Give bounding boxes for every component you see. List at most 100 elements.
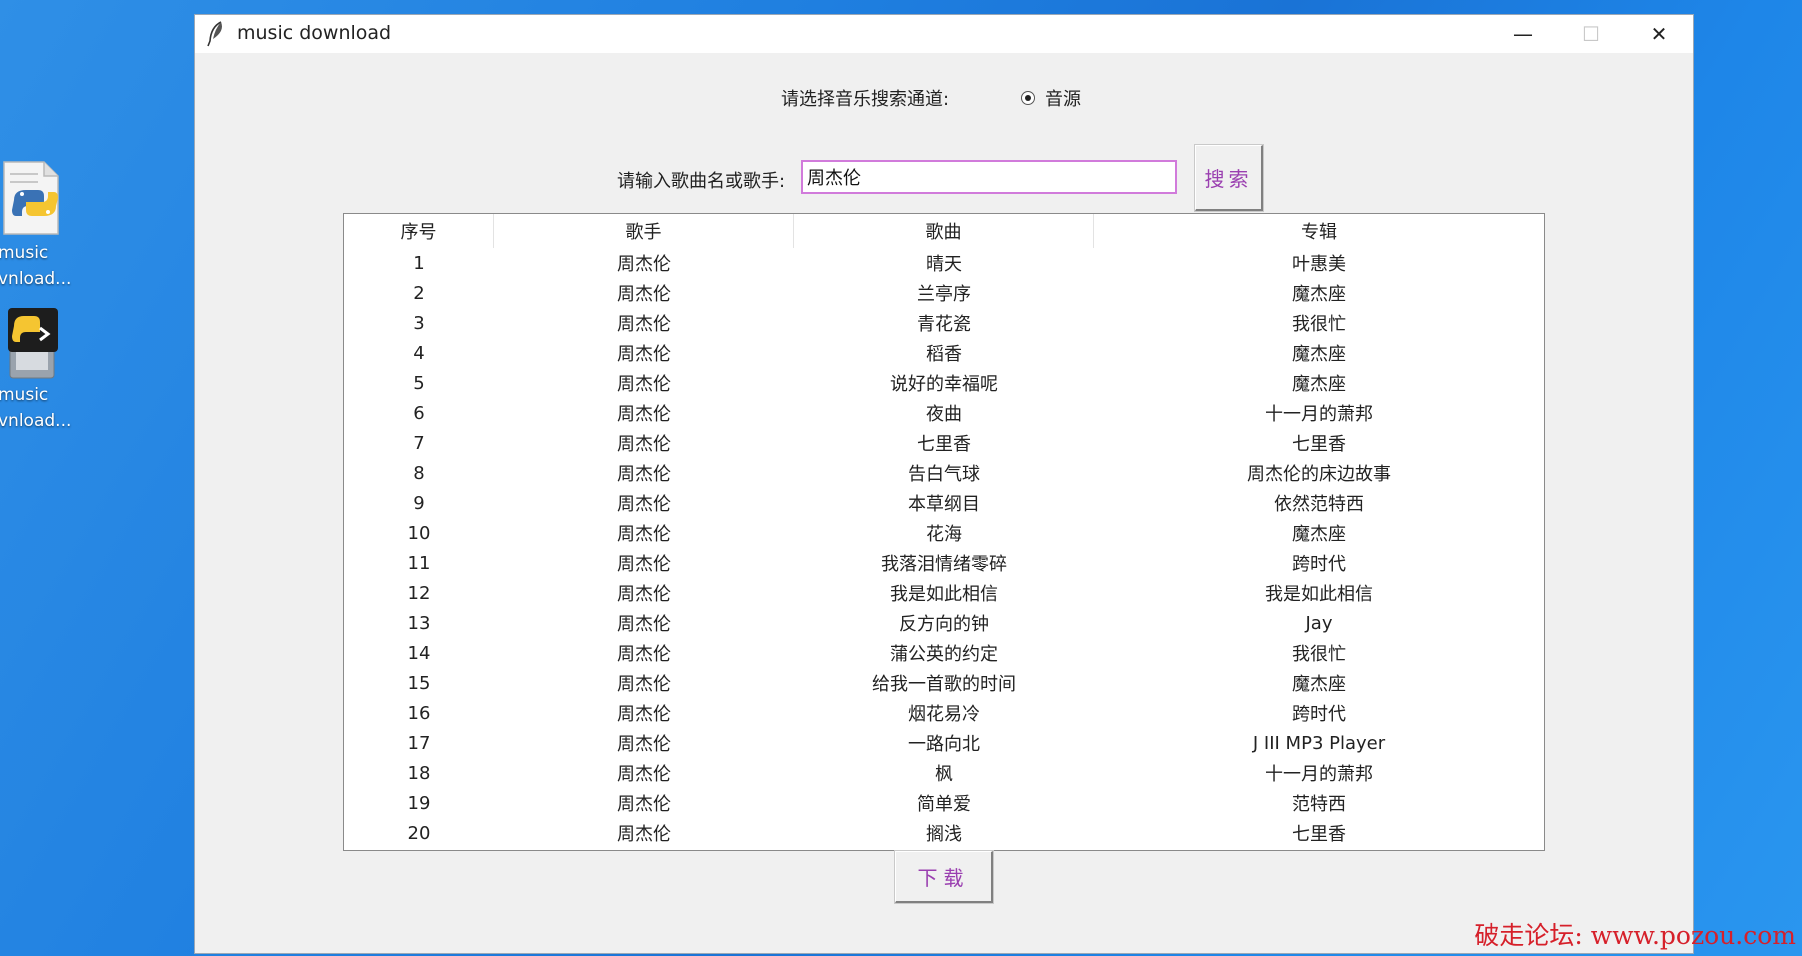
cell-singer: 周杰伦 <box>617 824 671 845</box>
cell-singer: 周杰伦 <box>617 584 671 605</box>
table-row[interactable]: 20 周杰伦 搁浅 七里香 <box>344 818 1544 848</box>
cell-song: 蒲公英的约定 <box>890 644 998 665</box>
table-row[interactable]: 10 周杰伦 花海 魔杰座 <box>344 518 1544 548</box>
cell-song: 七里香 <box>917 434 971 455</box>
desktop: music vnload... music vnload... music do… <box>0 0 1802 956</box>
cell-singer: 周杰伦 <box>617 284 671 305</box>
cell-index: 13 <box>407 612 431 634</box>
table-body: 1 周杰伦 晴天 叶惠美 2 周杰伦 兰亭序 魔杰座 3 周杰伦 青花瓷 我很忙 4 周杰伦 稻香 魔杰座 5 周… <box>344 248 1544 848</box>
table-row[interactable]: 17 周杰伦 一路向北 J III MP3 Player <box>344 728 1544 758</box>
close-button[interactable]: ✕ <box>1625 15 1693 53</box>
cell-index: 4 <box>413 342 425 364</box>
search-input[interactable] <box>801 160 1177 194</box>
column-header-singer[interactable]: 歌手 <box>494 214 794 248</box>
cell-album: 七里香 <box>1292 824 1346 845</box>
cell-song: 反方向的钟 <box>899 614 989 635</box>
cell-index: 20 <box>407 822 431 844</box>
table-row[interactable]: 7 周杰伦 七里香 七里香 <box>344 428 1544 458</box>
cell-album: 我很忙 <box>1292 314 1346 335</box>
cell-album: 魔杰座 <box>1292 674 1346 695</box>
cell-album: 七里香 <box>1292 434 1346 455</box>
title-bar[interactable]: music download — ☐ ✕ <box>195 15 1693 53</box>
cell-index: 7 <box>413 432 425 454</box>
table-row[interactable]: 13 周杰伦 反方向的钟 Jay <box>344 608 1544 638</box>
column-header-album[interactable]: 专辑 <box>1094 214 1544 248</box>
cell-song: 我落泪情绪零碎 <box>881 554 1007 575</box>
download-button[interactable]: 下载 <box>895 851 993 903</box>
cell-index: 18 <box>407 762 431 784</box>
cell-index: 12 <box>407 582 431 604</box>
table-row[interactable]: 5 周杰伦 说好的幸福呢 魔杰座 <box>344 368 1544 398</box>
cell-index: 10 <box>407 522 431 544</box>
table-row[interactable]: 8 周杰伦 告白气球 周杰伦的床边故事 <box>344 458 1544 488</box>
cell-singer: 周杰伦 <box>617 764 671 785</box>
table-row[interactable]: 15 周杰伦 给我一首歌的时间 魔杰座 <box>344 668 1544 698</box>
results-table[interactable]: 序号 歌手 歌曲 专辑 1 周杰伦 晴天 叶惠美 2 周杰伦 兰亭序 魔杰座 3 周杰伦 青花瓷 我很… <box>343 213 1545 851</box>
desktop-icon-music-download-exe[interactable]: music vnload... <box>0 302 80 434</box>
channel-option-label: 音源 <box>1045 89 1081 110</box>
radio-selected-icon[interactable] <box>1021 91 1035 105</box>
cell-song: 稻香 <box>926 344 962 365</box>
table-row[interactable]: 3 周杰伦 青花瓷 我很忙 <box>344 308 1544 338</box>
table-row[interactable]: 19 周杰伦 简单爱 范特西 <box>344 788 1544 818</box>
cell-song: 告白气球 <box>908 464 980 485</box>
column-header-index[interactable]: 序号 <box>344 214 494 248</box>
table-row[interactable]: 12 周杰伦 我是如此相信 我是如此相信 <box>344 578 1544 608</box>
cell-singer: 周杰伦 <box>617 614 671 635</box>
cell-song: 简单爱 <box>917 794 971 815</box>
cell-index: 17 <box>407 732 431 754</box>
channel-radio-option[interactable]: 音源 <box>1021 85 1081 111</box>
cell-singer: 周杰伦 <box>617 644 671 665</box>
cell-song: 搁浅 <box>926 824 962 845</box>
cell-album: 依然范特西 <box>1274 494 1364 515</box>
cell-album: J III MP3 Player <box>1252 732 1386 754</box>
table-row[interactable]: 2 周杰伦 兰亭序 魔杰座 <box>344 278 1544 308</box>
cell-singer: 周杰伦 <box>617 344 671 365</box>
cell-song: 我是如此相信 <box>890 584 998 605</box>
cell-song: 一路向北 <box>908 734 980 755</box>
cell-song: 兰亭序 <box>917 284 971 305</box>
cell-index: 6 <box>413 402 425 424</box>
cell-index: 16 <box>407 702 431 724</box>
cell-singer: 周杰伦 <box>617 794 671 815</box>
cell-song: 花海 <box>926 524 962 545</box>
cell-album: 魔杰座 <box>1292 344 1346 365</box>
search-button[interactable]: 搜索 <box>1195 145 1263 211</box>
cell-index: 15 <box>407 672 431 694</box>
cell-singer: 周杰伦 <box>617 554 671 575</box>
cell-album: 我是如此相信 <box>1265 584 1373 605</box>
table-row[interactable]: 6 周杰伦 夜曲 十一月的萧邦 <box>344 398 1544 428</box>
cell-singer: 周杰伦 <box>617 434 671 455</box>
cell-album: 叶惠美 <box>1292 254 1346 275</box>
cell-album: 魔杰座 <box>1292 284 1346 305</box>
cell-singer: 周杰伦 <box>617 524 671 545</box>
cell-album: 跨时代 <box>1292 554 1346 575</box>
maximize-button: ☐ <box>1582 22 1600 46</box>
table-row[interactable]: 16 周杰伦 烟花易冷 跨时代 <box>344 698 1544 728</box>
table-row[interactable]: 4 周杰伦 稻香 魔杰座 <box>344 338 1544 368</box>
cell-index: 9 <box>413 492 425 514</box>
table-row[interactable]: 14 周杰伦 蒲公英的约定 我很忙 <box>344 638 1544 668</box>
desktop-icon-label: music vnload... <box>0 385 72 431</box>
column-header-song[interactable]: 歌曲 <box>794 214 1094 248</box>
minimize-button[interactable]: — <box>1489 15 1557 53</box>
desktop-icon-label: music vnload... <box>0 243 72 289</box>
cell-song: 烟花易冷 <box>908 704 980 725</box>
search-label: 请输入歌曲名或歌手: <box>617 171 786 192</box>
desktop-icon-music-download-py[interactable]: music vnload... <box>0 160 80 292</box>
window-title: music download <box>237 22 392 44</box>
cell-album: 范特西 <box>1292 794 1346 815</box>
cell-index: 19 <box>407 792 431 814</box>
table-row[interactable]: 9 周杰伦 本草纲目 依然范特西 <box>344 488 1544 518</box>
table-header: 序号 歌手 歌曲 专辑 <box>344 214 1544 248</box>
cell-song: 青花瓷 <box>917 314 971 335</box>
table-row[interactable]: 1 周杰伦 晴天 叶惠美 <box>344 248 1544 278</box>
cell-album: 魔杰座 <box>1292 524 1346 545</box>
table-row[interactable]: 11 周杰伦 我落泪情绪零碎 跨时代 <box>344 548 1544 578</box>
cell-singer: 周杰伦 <box>617 704 671 725</box>
cell-song: 说好的幸福呢 <box>890 374 998 395</box>
cell-singer: 周杰伦 <box>617 464 671 485</box>
table-row[interactable]: 18 周杰伦 枫 十一月的萧邦 <box>344 758 1544 788</box>
cell-singer: 周杰伦 <box>617 314 671 335</box>
cell-song: 夜曲 <box>926 404 962 425</box>
